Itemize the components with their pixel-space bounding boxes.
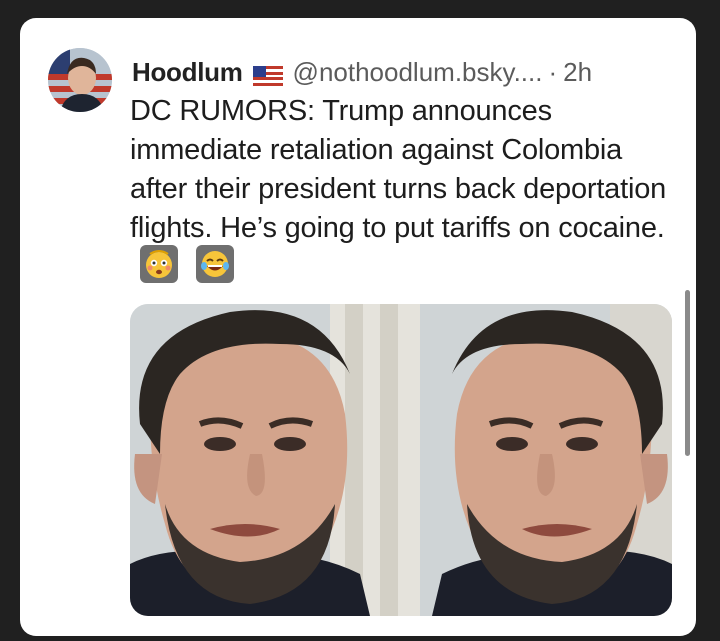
post-body: DC RUMORS: Trump announces immediate ret… bbox=[130, 92, 680, 287]
separator: · bbox=[548, 56, 558, 87]
timestamp[interactable]: 2h bbox=[563, 57, 592, 88]
avatar-image bbox=[48, 48, 112, 112]
post-card[interactable]: Hoodlum @nothoodlum.bsky.... · 2h DC RUM… bbox=[20, 18, 696, 636]
avatar[interactable] bbox=[48, 48, 112, 112]
post-header: Hoodlum @nothoodlum.bsky.... · 2h bbox=[132, 52, 680, 92]
scrollbar-thumb[interactable] bbox=[685, 290, 690, 456]
handle[interactable]: @nothoodlum.bsky.... bbox=[293, 57, 543, 88]
post-image[interactable] bbox=[130, 304, 672, 616]
display-name[interactable]: Hoodlum bbox=[132, 57, 243, 88]
post-image-graphic bbox=[130, 304, 672, 616]
us-flag-icon bbox=[252, 62, 283, 86]
flushed-face-emoji bbox=[140, 245, 178, 284]
post-text: DC RUMORS: Trump announces immediate ret… bbox=[130, 95, 667, 244]
tears-of-joy-emoji bbox=[195, 245, 234, 284]
